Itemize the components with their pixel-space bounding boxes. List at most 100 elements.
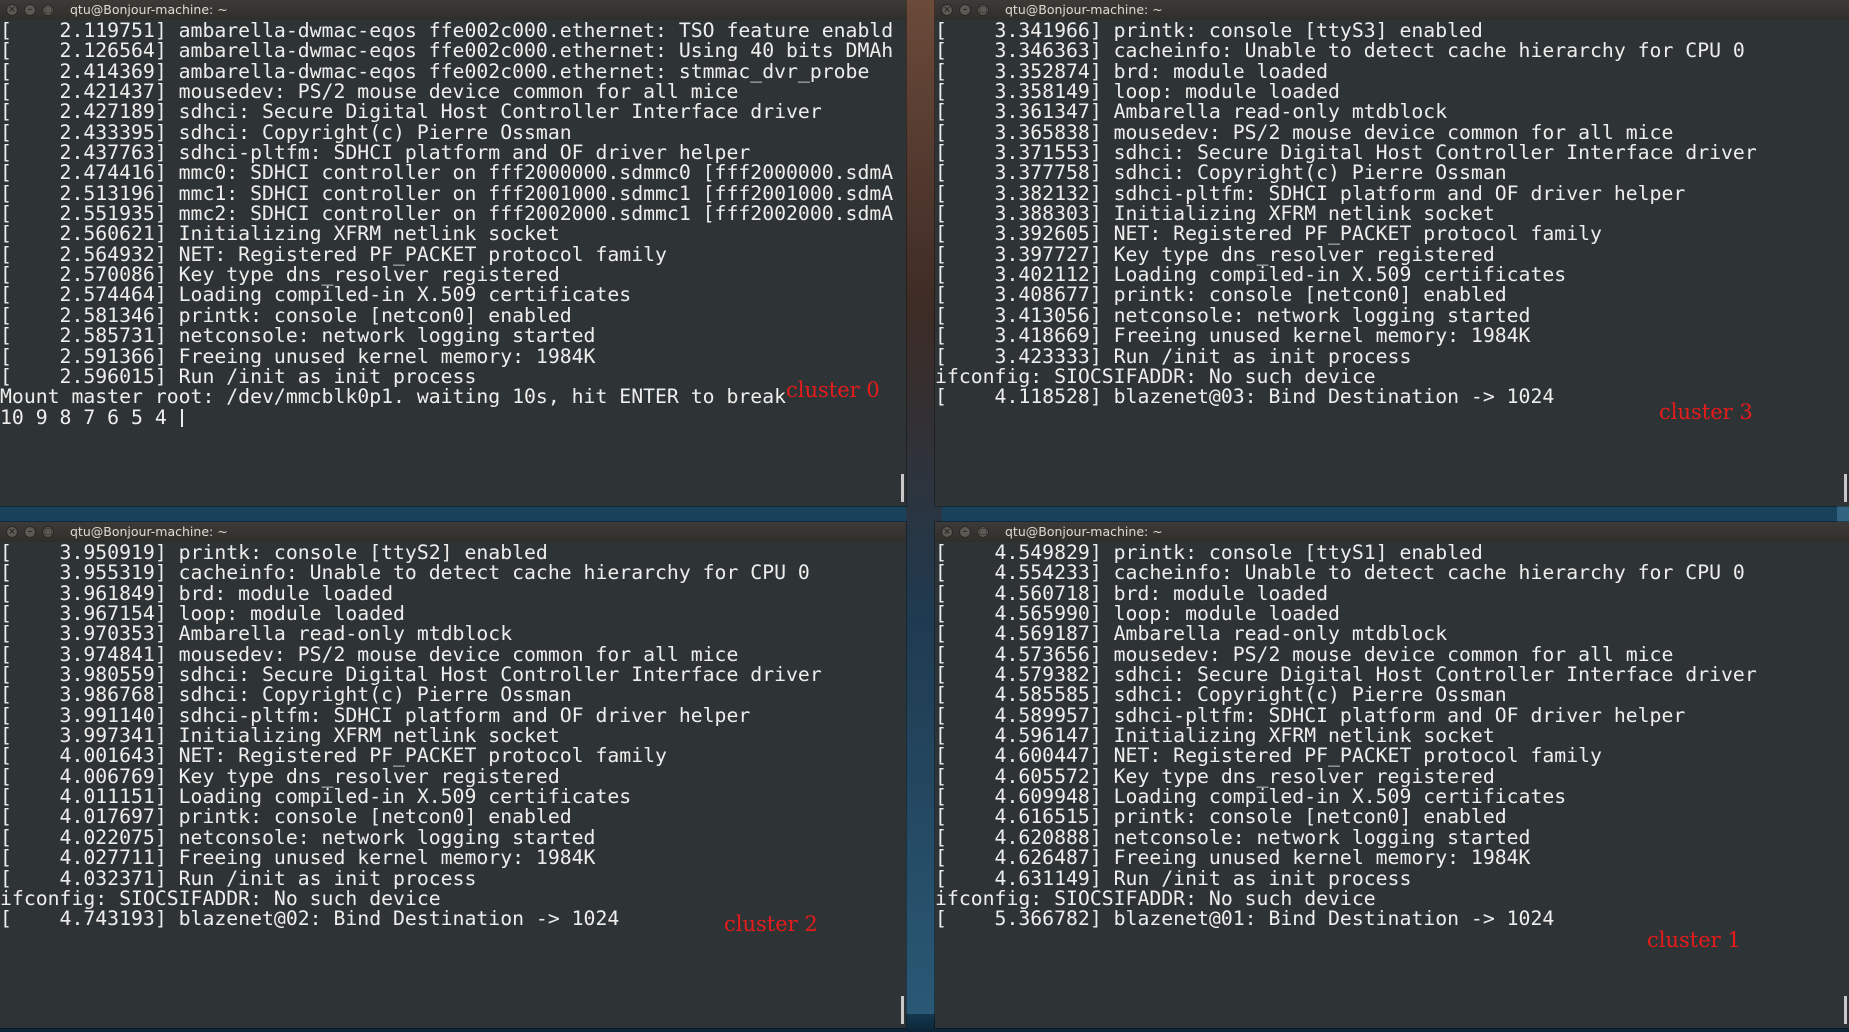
window-title: qtu@Bonjour-machine: ~ — [70, 524, 228, 539]
terminal-line: ifconfig: SIOCSIFADDR: No such device — [0, 886, 441, 910]
scrollbar[interactable] — [1844, 474, 1847, 502]
terminal-line: [ 3.408677] printk: console [netcon0] en… — [935, 283, 1507, 307]
cluster-label: cluster 0 — [786, 378, 880, 402]
maximize-icon[interactable]: □ — [42, 4, 54, 16]
terminal-line: [ 2.427189] sdhci: Secure Digital Host C… — [0, 100, 822, 124]
terminal-line: [ 4.565990] loop: module loaded — [935, 602, 1340, 626]
terminal-line: [ 4.631149] Run /init as init process — [935, 866, 1412, 890]
terminal-line: [ 3.377758] sdhci: Copyright(c) Pierre O… — [935, 161, 1507, 185]
terminal-line: ifconfig: SIOCSIFADDR: No such device — [935, 364, 1376, 388]
terminal-line: [ 4.626487] Freeing unused kernel memory… — [935, 846, 1531, 870]
terminal-output[interactable]: [ 3.341966] printk: console [ttyS3] enab… — [935, 20, 1849, 408]
maximize-icon[interactable]: □ — [977, 4, 989, 16]
terminal-line: [ 3.997341] Initializing XFRM netlink so… — [0, 724, 560, 748]
terminal-line: [ 2.596015] Run /init as init process — [0, 364, 477, 388]
terminal-line: [ 4.569187] Ambarella read-only mtdblock — [935, 622, 1448, 646]
terminal-window-top-right[interactable]: × – □ qtu@Bonjour-machine: ~ [ 3.341966]… — [935, 0, 1849, 506]
minimize-icon[interactable]: – — [24, 526, 36, 538]
window-title: qtu@Bonjour-machine: ~ — [1005, 524, 1163, 539]
terminal-line: [ 4.554233] cacheinfo: Unable to detect … — [935, 561, 1745, 585]
terminal-line: [ 2.437763] sdhci-pltfm: SDHCI platform … — [0, 141, 751, 165]
text-cursor — [180, 408, 183, 427]
terminal-line: [ 2.574464] Loading compiled-in X.509 ce… — [0, 283, 632, 307]
terminal-line: [ 3.991140] sdhci-pltfm: SDHCI platform … — [0, 703, 751, 727]
terminal-line: [ 4.620888] netconsole: network logging … — [935, 825, 1531, 849]
scrollbar[interactable] — [901, 474, 904, 502]
terminal-line: [ 3.970353] Ambarella read-only mtdblock — [0, 622, 513, 646]
terminal-line: [ 4.609948] Loading compiled-in X.509 ce… — [935, 785, 1567, 809]
terminal-line: [ 4.579382] sdhci: Secure Digital Host C… — [935, 663, 1757, 687]
terminal-line: [ 4.001643] NET: Registered PF_PACKET pr… — [0, 744, 667, 768]
window-titlebar[interactable]: × – □ qtu@Bonjour-machine: ~ — [0, 522, 906, 542]
terminal-line: [ 3.382132] sdhci-pltfm: SDHCI platform … — [935, 181, 1686, 205]
close-icon[interactable]: × — [941, 526, 953, 538]
scrollbar[interactable] — [1844, 996, 1847, 1024]
terminal-line: ifconfig: SIOCSIFADDR: No such device — [935, 886, 1376, 910]
terminal-line: [ 3.346363] cacheinfo: Unable to detect … — [935, 39, 1745, 63]
window-titlebar[interactable]: × – □ qtu@Bonjour-machine: ~ — [935, 522, 1849, 542]
terminal-output[interactable]: [ 2.119751] ambarella-dwmac-eqos ffe002c… — [0, 20, 906, 428]
terminal-line: [ 4.017697] printk: console [netcon0] en… — [0, 805, 572, 829]
minimize-icon[interactable]: – — [959, 526, 971, 538]
terminal-line: Mount master root: /dev/mmcblk0p1. waiti… — [0, 385, 787, 409]
terminal-line: [ 2.126564] ambarella-dwmac-eqos ffe002c… — [0, 39, 894, 63]
terminal-line: [ 3.358149] loop: module loaded — [935, 80, 1340, 104]
terminal-output[interactable]: [ 4.549829] printk: console [ttyS1] enab… — [935, 542, 1849, 930]
terminal-line: [ 5.366782] blazenet@01: Bind Destinatio… — [935, 907, 1555, 931]
terminal-line: [ 3.397727] Key type dns_resolver regist… — [935, 242, 1495, 266]
terminal-line: [ 4.560718] brd: module loaded — [935, 581, 1329, 605]
terminal-line: [ 4.585585] sdhci: Copyright(c) Pierre O… — [935, 683, 1507, 707]
terminal-line: [ 2.433395] sdhci: Copyright(c) Pierre O… — [0, 120, 572, 144]
terminal-line: [ 4.549829] printk: console [ttyS1] enab… — [935, 541, 1483, 564]
window-titlebar[interactable]: × – □ qtu@Bonjour-machine: ~ — [0, 0, 906, 20]
window-title: qtu@Bonjour-machine: ~ — [1005, 2, 1163, 17]
terminal-line: [ 2.414369] ambarella-dwmac-eqos ffe002c… — [0, 59, 870, 83]
terminal-line: [ 2.551935] mmc2: SDHCI controller on ff… — [0, 202, 894, 226]
maximize-icon[interactable]: □ — [42, 526, 54, 538]
terminal-line: [ 3.365838] mousedev: PS/2 mouse device … — [935, 120, 1674, 144]
scrollbar[interactable] — [901, 996, 904, 1024]
minimize-icon[interactable]: – — [959, 4, 971, 16]
terminal-window-bottom-right[interactable]: × – □ qtu@Bonjour-machine: ~ [ 4.549829]… — [935, 522, 1849, 1028]
window-titlebar[interactable]: × – □ qtu@Bonjour-machine: ~ — [935, 0, 1849, 20]
terminal-line: [ 3.967154] loop: module loaded — [0, 602, 405, 626]
maximize-icon[interactable]: □ — [977, 526, 989, 538]
terminal-line: [ 2.560621] Initializing XFRM netlink so… — [0, 222, 560, 246]
terminal-output[interactable]: [ 3.950919] printk: console [ttyS2] enab… — [0, 542, 906, 930]
terminal-line: [ 3.402112] Loading compiled-in X.509 ce… — [935, 263, 1567, 287]
terminal-line: [ 4.027711] Freeing unused kernel memory… — [0, 846, 596, 870]
terminal-line: [ 2.474416] mmc0: SDHCI controller on ff… — [0, 161, 894, 185]
terminal-line: [ 4.573656] mousedev: PS/2 mouse device … — [935, 642, 1674, 666]
terminal-line: [ 3.392605] NET: Registered PF_PACKET pr… — [935, 222, 1602, 246]
window-title: qtu@Bonjour-machine: ~ — [70, 2, 228, 17]
terminal-line: [ 3.980559] sdhci: Secure Digital Host C… — [0, 663, 822, 687]
terminal-line: [ 2.581346] printk: console [netcon0] en… — [0, 303, 572, 327]
terminal-window-bottom-left[interactable]: × – □ qtu@Bonjour-machine: ~ [ 3.950919]… — [0, 522, 906, 1028]
terminal-line: [ 4.006769] Key type dns_resolver regist… — [0, 764, 560, 788]
terminal-line: [ 4.589957] sdhci-pltfm: SDHCI platform … — [935, 703, 1686, 727]
terminal-line: [ 3.371553] sdhci: Secure Digital Host C… — [935, 141, 1757, 165]
close-icon[interactable]: × — [6, 526, 18, 538]
close-icon[interactable]: × — [6, 4, 18, 16]
minimize-icon[interactable]: – — [24, 4, 36, 16]
terminal-line: [ 4.600447] NET: Registered PF_PACKET pr… — [935, 744, 1602, 768]
terminal-line: [ 4.605572] Key type dns_resolver regist… — [935, 764, 1495, 788]
terminal-window-top-left[interactable]: × – □ qtu@Bonjour-machine: ~ [ 2.119751]… — [0, 0, 906, 506]
terminal-line: [ 3.423333] Run /init as init process — [935, 344, 1412, 368]
terminal-line: [ 2.513196] mmc1: SDHCI controller on ff… — [0, 181, 894, 205]
terminal-line: [ 2.591366] Freeing unused kernel memory… — [0, 344, 596, 368]
cluster-label: cluster 1 — [1647, 928, 1741, 952]
terminal-line: [ 2.421437] mousedev: PS/2 mouse device … — [0, 80, 739, 104]
cluster-label: cluster 3 — [1659, 400, 1753, 424]
terminal-line: [ 4.011151] Loading compiled-in X.509 ce… — [0, 785, 632, 809]
terminal-line: [ 3.352874] brd: module loaded — [935, 59, 1329, 83]
terminal-line: [ 3.388303] Initializing XFRM netlink so… — [935, 202, 1495, 226]
terminal-line: [ 3.974841] mousedev: PS/2 mouse device … — [0, 642, 739, 666]
terminal-line: [ 3.361347] Ambarella read-only mtdblock — [935, 100, 1448, 124]
terminal-line: [ 4.032371] Run /init as init process — [0, 866, 477, 890]
terminal-line: [ 2.585731] netconsole: network logging … — [0, 324, 596, 348]
terminal-line: [ 4.596147] Initializing XFRM netlink so… — [935, 724, 1495, 748]
terminal-line: [ 3.961849] brd: module loaded — [0, 581, 394, 605]
terminal-line: [ 2.570086] Key type dns_resolver regist… — [0, 263, 560, 287]
close-icon[interactable]: × — [941, 4, 953, 16]
